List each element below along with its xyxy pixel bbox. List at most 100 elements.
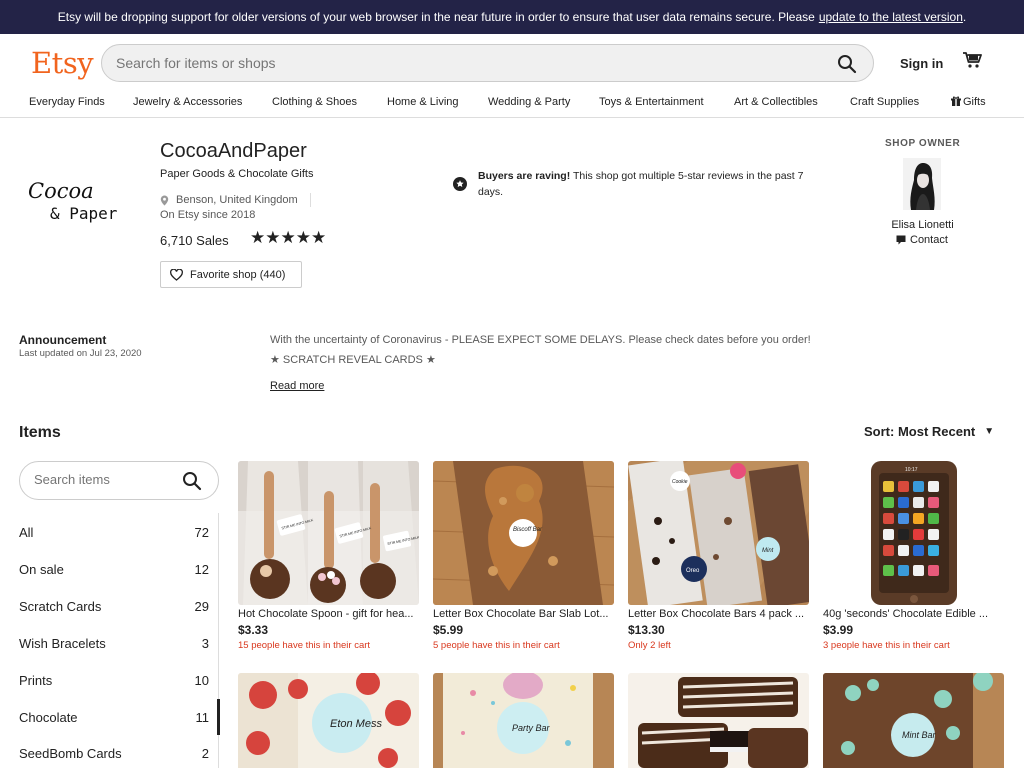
sort-label: Sort: Most Recent — [864, 424, 976, 439]
mint-bar-label: Mint Bar — [902, 730, 937, 740]
favorite-shop-label: Favorite shop (440) — [190, 268, 286, 281]
party-bar-label: Party Bar — [512, 723, 551, 733]
listing-title[interactable]: 40g 'seconds' Chocolate Edible ... — [823, 608, 1004, 620]
announcement-line-1: With the uncertainty of Coronavirus - PL… — [270, 334, 811, 346]
biscoff-label: Biscoff Bar — [513, 527, 543, 533]
owner-avatar[interactable] — [903, 158, 941, 210]
listing-image[interactable]: Eton Mess — [238, 673, 419, 768]
listing-title[interactable]: Letter Box Chocolate Bar Slab Lot... — [433, 608, 614, 620]
listing-price: $13.30 — [628, 623, 665, 637]
section-wish-bracelets[interactable]: Wish Bracelets 3 — [19, 636, 209, 656]
sort-dropdown[interactable]: Sort: Most Recent ▼ — [864, 424, 994, 439]
section-count: 3 — [201, 636, 209, 651]
banner-end: . — [962, 10, 967, 24]
browser-support-banner: Etsy will be dropping support for older … — [0, 0, 1024, 34]
raving-bold: Buyers are raving! — [478, 170, 571, 182]
nav-everyday-finds[interactable]: Everyday Finds — [29, 96, 105, 108]
section-chocolate[interactable]: Chocolate 11 — [19, 710, 209, 730]
section-count: 11 — [195, 710, 210, 725]
contact-owner-link[interactable]: Contact — [896, 234, 948, 246]
location-divider — [309, 193, 311, 207]
nav-wedding-party[interactable]: Wedding & Party — [488, 96, 570, 108]
listing-image[interactable]: Biscoff Bar — [433, 461, 614, 605]
mint-label: Mint — [762, 548, 774, 554]
listing-card[interactable]: Cookie Oreo Mint Letter Box Chocolate Ba… — [628, 461, 809, 651]
section-count: 2 — [201, 746, 209, 761]
location-pin-icon — [160, 195, 169, 205]
listing-image[interactable]: Mint Bar — [823, 673, 1004, 768]
listing-card[interactable]: STIR ME INTO MILK STIR ME INTO MILK STIR… — [238, 461, 419, 651]
listing-cart-note: 15 people have this in their cart — [238, 640, 371, 651]
items-search-input[interactable] — [34, 472, 174, 487]
listing-image[interactable]: Cookie Oreo Mint — [628, 461, 809, 605]
section-seedbomb-cards[interactable]: SeedBomb Cards 2 — [19, 746, 209, 766]
message-icon — [896, 235, 906, 245]
update-browser-link[interactable]: update to the latest version — [819, 10, 963, 24]
caret-down-icon: ▼ — [984, 426, 995, 437]
search-icon[interactable] — [837, 54, 857, 77]
etsy-logo[interactable]: Etsy — [31, 46, 94, 80]
announcement-title: Announcement — [19, 333, 107, 347]
nav-clothing-shoes[interactable]: Clothing & Shoes — [272, 96, 357, 108]
listing-image[interactable]: Party Bar — [433, 673, 614, 768]
section-all[interactable]: All 72 — [19, 525, 209, 545]
search-input[interactable] — [102, 55, 802, 71]
nav-toys-entertainment[interactable]: Toys & Entertainment — [599, 96, 704, 108]
shop-location: Benson, United Kingdom — [160, 193, 311, 207]
nav-home-living[interactable]: Home & Living — [387, 96, 459, 108]
owner-name[interactable]: Elisa Lionetti — [870, 219, 975, 231]
nav-craft-supplies[interactable]: Craft Supplies — [850, 96, 919, 108]
section-name: Scratch Cards — [19, 599, 102, 614]
listing-cart-note: 5 people have this in their cart — [433, 640, 560, 651]
shop-rating-stars[interactable]: ★★★★★ — [250, 228, 326, 248]
listing-cart-note: 3 people have this in their cart — [823, 640, 950, 651]
site-header: Etsy Sign in — [0, 34, 1024, 92]
shop-logo-line2: & Paper — [50, 204, 118, 223]
cookie-label: Cookie — [672, 479, 688, 485]
listing-title[interactable]: Letter Box Chocolate Bars 4 pack ... — [628, 608, 809, 620]
heart-icon — [170, 268, 183, 281]
listing-card[interactable]: Biscoff Bar Letter Box Chocolate Bar Sla… — [433, 461, 614, 651]
read-more-link[interactable]: Read more — [270, 380, 324, 392]
oreo-label: Oreo — [686, 568, 700, 574]
section-name: Chocolate — [19, 710, 78, 725]
items-search-bar — [19, 461, 219, 500]
shop-since: On Etsy since 2018 — [160, 209, 256, 221]
nav-gifts-label: Gifts — [963, 96, 986, 108]
listing-image[interactable]: 10:17 — [823, 461, 1004, 605]
eton-mess-label: Eton Mess — [330, 718, 382, 730]
listing-card[interactable]: 10:17 40g 'seconds' Chocolate Edible ...… — [823, 461, 1004, 651]
favorite-shop-button[interactable]: Favorite shop (440) — [160, 261, 302, 288]
items-heading: Items — [19, 424, 61, 441]
section-name: On sale — [19, 562, 64, 577]
shop-owner-heading: SHOP OWNER — [885, 138, 961, 149]
items-search-icon[interactable] — [182, 471, 202, 494]
nav-art-collectibles[interactable]: Art & Collectibles — [734, 96, 818, 108]
listing-image[interactable]: STIR ME INTO MILK STIR ME INTO MILK STIR… — [238, 461, 419, 605]
section-count: 29 — [194, 599, 209, 614]
section-name: Wish Bracelets — [19, 636, 106, 651]
contact-label: Contact — [910, 234, 948, 246]
cart-icon[interactable] — [962, 51, 982, 72]
announcement-line-2: ★ SCRATCH REVEAL CARDS ★ — [270, 354, 436, 366]
nav-jewelry-accessories[interactable]: Jewelry & Accessories — [133, 96, 242, 108]
section-on-sale[interactable]: On sale 12 — [19, 562, 209, 582]
section-prints[interactable]: Prints 10 — [19, 673, 209, 693]
banner-text: Etsy will be dropping support for older … — [57, 10, 815, 24]
search-bar — [101, 44, 874, 82]
section-count: 10 — [194, 673, 209, 688]
shop-tagline: Paper Goods & Chocolate Gifts — [160, 168, 314, 180]
shop-sales[interactable]: 6,710 Sales — [160, 233, 229, 248]
listing-price: $5.99 — [433, 623, 464, 637]
nav-gifts[interactable]: Gifts — [951, 96, 986, 108]
listing-image[interactable] — [628, 673, 809, 768]
buyers-raving-notice: Buyers are raving! This shop got multipl… — [452, 168, 812, 200]
shop-name: CocoaAndPaper — [160, 140, 307, 162]
listing-title[interactable]: Hot Chocolate Spoon - gift for hea... — [238, 608, 419, 620]
shop-logo-line1: Cocoa — [28, 179, 94, 203]
shop-logo[interactable]: Cocoa & Paper — [22, 172, 142, 232]
section-scratch-cards[interactable]: Scratch Cards 29 — [19, 599, 209, 619]
category-nav: Everyday Finds Jewelry & Accessories Clo… — [0, 92, 1024, 118]
listing-stock-note: Only 2 left — [628, 640, 671, 651]
sign-in-link[interactable]: Sign in — [900, 56, 943, 71]
